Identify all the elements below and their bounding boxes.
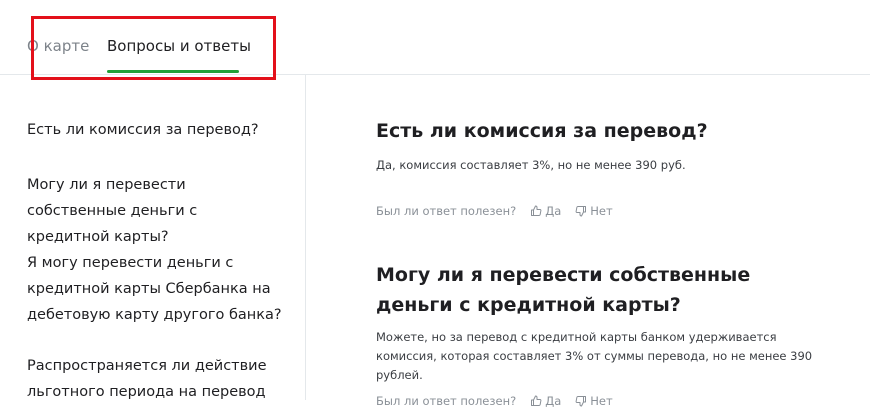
thumbs-down-icon bbox=[575, 206, 587, 217]
feedback-row: Был ли ответ полезен? Да Нет bbox=[376, 202, 613, 220]
thumbs-up-icon bbox=[531, 395, 542, 406]
feedback-no-button[interactable]: Нет bbox=[575, 394, 613, 408]
sidebar-question-other-bank[interactable]: Я могу перевести деньги с кредитной карт… bbox=[27, 250, 282, 328]
feedback-prompt: Был ли ответ полезен? bbox=[376, 394, 517, 408]
active-tab-underline bbox=[107, 70, 239, 73]
sidebar-question-own-money[interactable]: Могу ли я перевести собственные деньги с… bbox=[27, 172, 282, 250]
feedback-prompt: Был ли ответ полезен? bbox=[376, 204, 517, 218]
faq-question-title: Есть ли комиссия за перевод? bbox=[376, 120, 708, 142]
tab-bar: О карте Вопросы и ответы bbox=[0, 0, 870, 75]
tab-about-card[interactable]: О карте bbox=[27, 37, 89, 55]
sidebar-question-commission[interactable]: Есть ли комиссия за перевод? bbox=[27, 117, 282, 143]
faq-answer-text: Можете, но за перевод с кредитной карты … bbox=[376, 330, 813, 382]
feedback-yes-label: Да bbox=[545, 204, 562, 218]
feedback-yes-label: Да bbox=[545, 394, 562, 408]
tab-questions-answers[interactable]: Вопросы и ответы bbox=[107, 37, 251, 55]
feedback-no-label: Нет bbox=[590, 394, 613, 408]
feedback-yes-button[interactable]: Да bbox=[530, 394, 561, 408]
feedback-no-label: Нет bbox=[590, 204, 613, 218]
sidebar-question-grace-period[interactable]: Распространяется ли действие льготного п… bbox=[27, 353, 282, 405]
feedback-row: Был ли ответ полезен? Да Нет bbox=[376, 392, 613, 410]
thumbs-down-icon bbox=[575, 396, 587, 407]
feedback-yes-button[interactable]: Да bbox=[530, 204, 561, 218]
faq-sidebar: Есть ли комиссия за перевод? Могу ли я п… bbox=[0, 75, 306, 400]
faq-question-title: Могу ли я перевести собственные деньги с… bbox=[376, 264, 751, 316]
faq-answer-text: Да, комиссия составляет 3%, но не менее … bbox=[376, 158, 686, 172]
thumbs-up-icon bbox=[531, 205, 542, 216]
feedback-no-button[interactable]: Нет bbox=[575, 204, 613, 218]
faq-content: Есть ли комиссия за перевод? Да, комисси… bbox=[306, 75, 870, 408]
